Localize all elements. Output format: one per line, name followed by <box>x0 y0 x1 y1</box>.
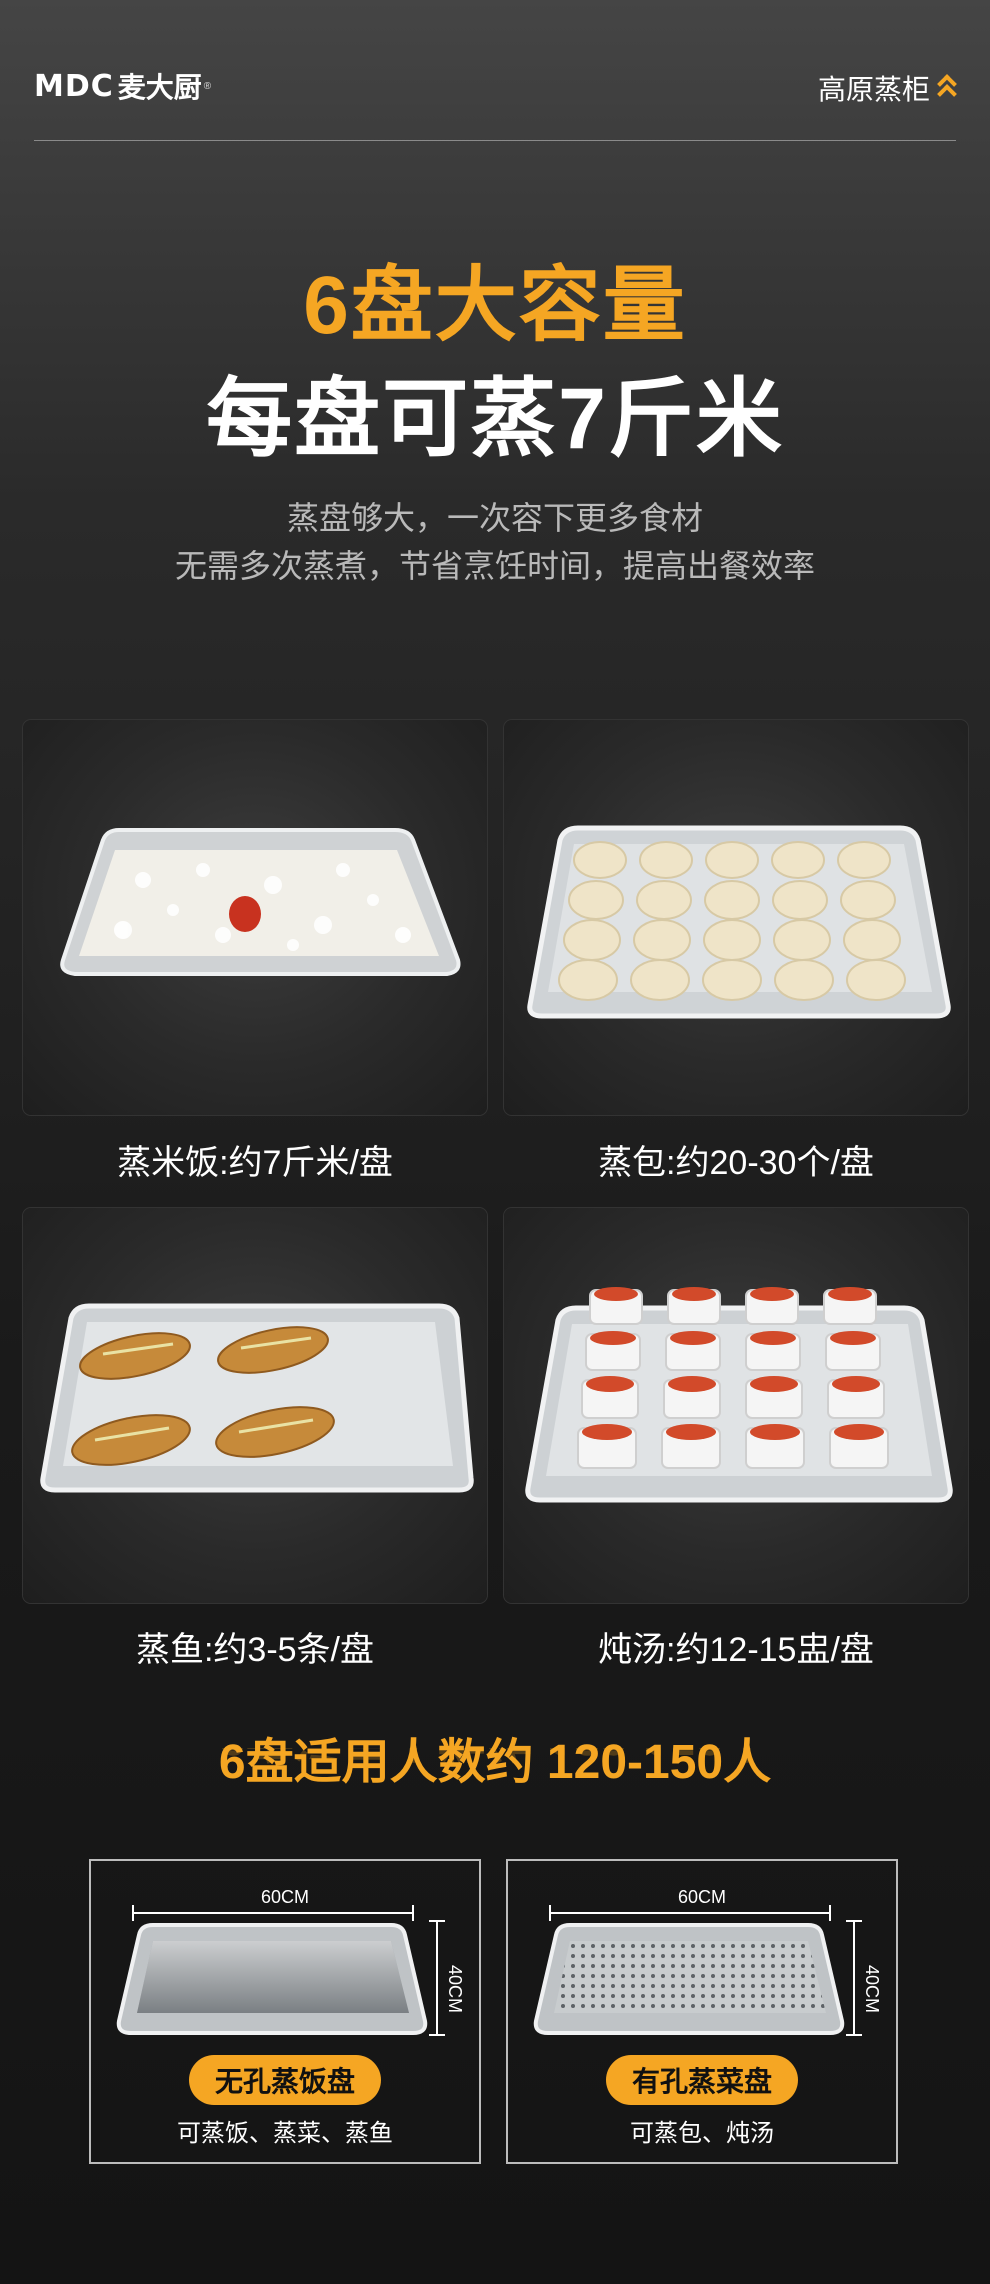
tray-depth-label-wrap: 40CM <box>443 1965 467 2013</box>
tray-name-badge: 有孔蒸菜盘 <box>605 2055 799 2105</box>
card-steamed-buns <box>504 720 968 1115</box>
tray-name-badge: 无孔蒸饭盘 <box>188 2055 382 2105</box>
subtitle-line-2: 无需多次蒸煮，节省烹饪时间，提高出餐效率 <box>174 548 815 584</box>
card-stewed-soup <box>504 1208 968 1603</box>
tray-depth-label: 40CM <box>445 1965 465 2014</box>
logo-mark: MDC <box>34 68 114 104</box>
tray-card-solid: 60CM 40CM 无孔蒸饭盘 可蒸饭、蒸菜、蒸鱼 <box>89 1859 481 2164</box>
card-steamed-fish <box>23 1208 487 1603</box>
caption-steamed-rice: 蒸米饭:约7斤米/盘 <box>117 1144 393 1182</box>
subtitle-line-1: 蒸盘够大，一次容下更多食材 <box>286 500 703 536</box>
page-header: MDC 麦大厨 ® 高原蒸柜 <box>34 56 957 141</box>
caption-stewed-soup: 炖汤:约12-15盅/盘 <box>598 1631 874 1669</box>
rice-tray-image <box>60 828 461 976</box>
fish-tray-image <box>40 1303 474 1493</box>
card-steamed-rice <box>23 720 487 1115</box>
caption-steamed-fish: 蒸鱼:约3-5条/盘 <box>135 1631 375 1669</box>
tray-depth-label: 40CM <box>862 1965 882 2014</box>
headline-capacity: 6盘大容量 <box>303 260 687 351</box>
tray-usage: 可蒸包、炖汤 <box>630 2120 774 2147</box>
caption-steamed-buns: 蒸包:约20-30个/盘 <box>598 1144 874 1182</box>
tray-card-perforated: 60CM 40CM 有孔蒸菜盘 可蒸包、炖汤 <box>506 1859 898 2164</box>
tray-usage: 可蒸饭、蒸菜、蒸鱼 <box>177 2120 393 2147</box>
buns-tray-image <box>527 825 951 1019</box>
brand-logo[interactable]: MDC 麦大厨 ® <box>34 66 211 106</box>
soup-tray-image <box>525 1287 953 1503</box>
logo-chinese-name: 麦大厨 <box>117 72 202 103</box>
double-chevron-up-icon <box>937 74 957 104</box>
registered-mark: ® <box>203 80 212 92</box>
headline-rice-per-tray: 每盘可蒸7斤米 <box>206 371 784 467</box>
product-category: 高原蒸柜 <box>817 68 957 108</box>
serves-headline-reflection: 6盘适用人数约 120-150人 <box>0 1748 990 1778</box>
product-category-label: 高原蒸柜 <box>817 74 930 105</box>
tray-depth-label-wrap: 40CM <box>860 1965 884 2013</box>
